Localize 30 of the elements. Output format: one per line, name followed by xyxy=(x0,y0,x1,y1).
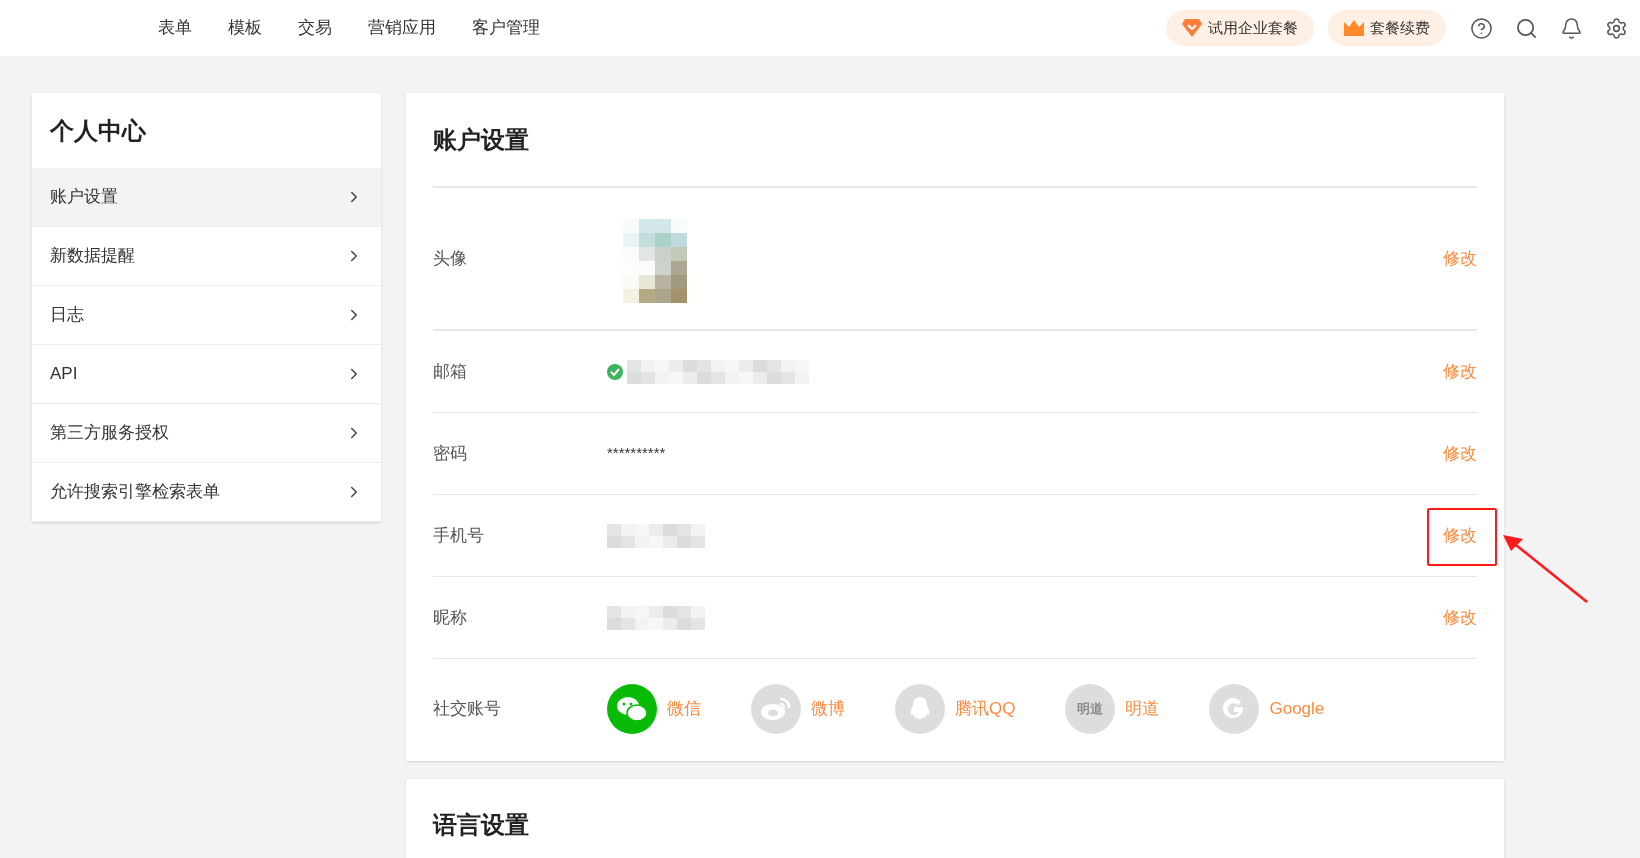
diamond-icon xyxy=(1182,19,1202,37)
nav-link[interactable]: 客户管理 xyxy=(454,15,558,41)
renew-button[interactable]: 套餐续费 xyxy=(1328,10,1446,46)
field-label: 密码 xyxy=(433,442,468,465)
password-value: ********** xyxy=(607,443,666,464)
search-icon[interactable] xyxy=(1515,16,1538,40)
field-label: 手机号 xyxy=(433,524,485,547)
settings-icon[interactable] xyxy=(1605,16,1628,40)
bell-icon[interactable] xyxy=(1560,16,1583,40)
wechat-icon[interactable] xyxy=(607,684,657,734)
sidebar-title: 个人中心 xyxy=(48,115,147,146)
field-label: 社交账号 xyxy=(433,698,502,721)
nav-link[interactable]: 交易 xyxy=(280,15,350,41)
trial-button[interactable]: 试用企业套餐 xyxy=(1166,10,1314,46)
card-title: 账户设置 xyxy=(433,93,1477,188)
help-icon[interactable] xyxy=(1470,16,1493,40)
sidebar-item[interactable]: 第三方服务授权 xyxy=(32,404,381,463)
field-label: 昵称 xyxy=(433,606,468,629)
sidebar-item[interactable]: 新数据提醒 xyxy=(32,227,381,286)
sidebar-item[interactable]: 日志 xyxy=(32,286,381,345)
nav-link[interactable]: 营销应用 xyxy=(350,15,454,41)
sidebar-item[interactable]: 允许搜索引擎检索表单 xyxy=(32,463,381,522)
nav-link[interactable]: 模板 xyxy=(210,15,280,41)
field-label: 头像 xyxy=(433,247,468,270)
nav-link[interactable]: 表单 xyxy=(140,15,210,41)
crown-icon xyxy=(1344,20,1364,36)
sidebar-item[interactable]: 账户设置 xyxy=(32,168,381,227)
field-label: 邮箱 xyxy=(433,360,468,383)
sidebar-item[interactable]: API xyxy=(32,345,381,404)
card-title: 语言设置 xyxy=(433,810,530,840)
